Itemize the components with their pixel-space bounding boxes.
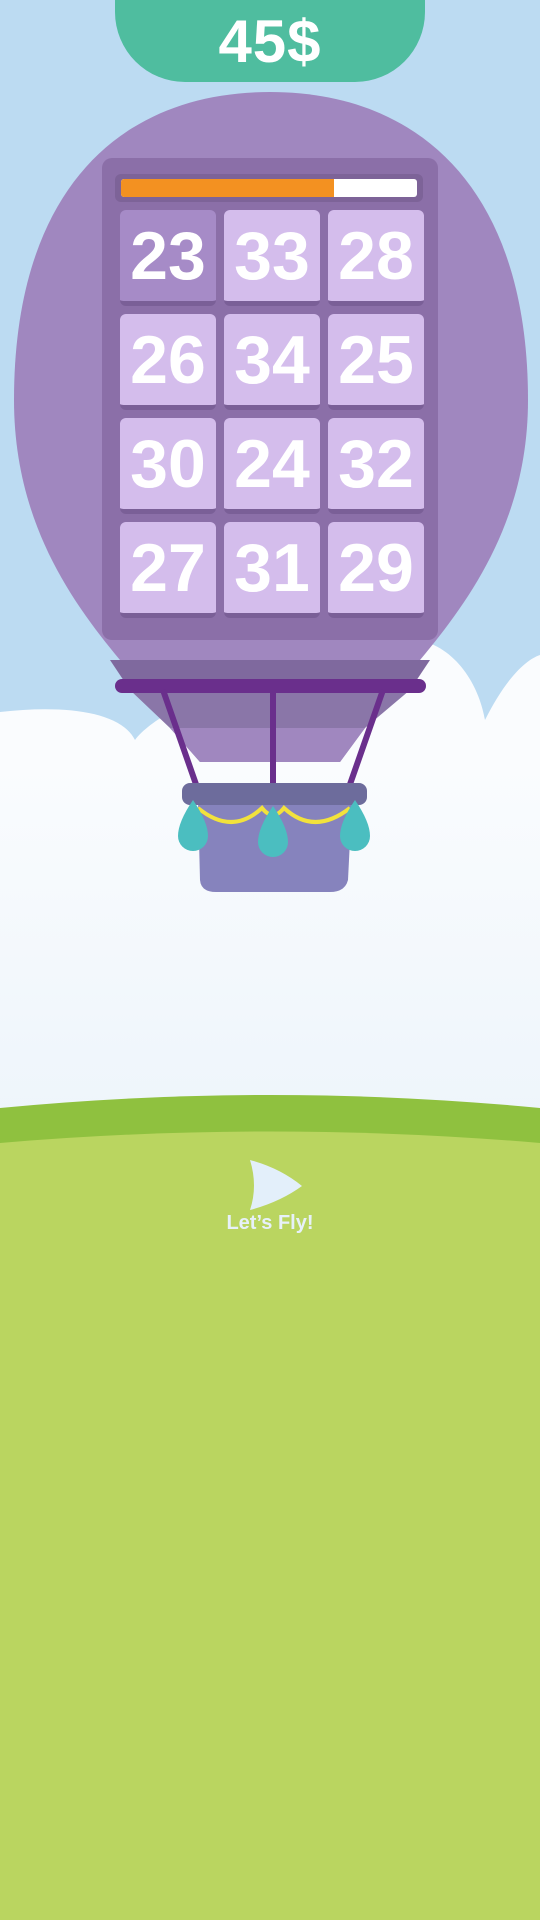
number-tile[interactable]: 32: [328, 418, 424, 514]
number-tile[interactable]: 31: [224, 522, 320, 618]
number-tile[interactable]: 28: [328, 210, 424, 306]
basket-rim: [182, 783, 367, 805]
lets-fly-button[interactable]: Let’s Fly!: [180, 1158, 360, 1235]
progress-fill: [121, 179, 335, 197]
grass: [0, 1131, 540, 1920]
number-tile[interactable]: 33: [224, 210, 320, 306]
lets-fly-label: Let’s Fly!: [226, 1212, 314, 1234]
number-tile[interactable]: 24: [224, 418, 320, 514]
number-tile[interactable]: 27: [120, 522, 216, 618]
price-value: 45$: [218, 7, 322, 75]
price-badge: 45$: [115, 0, 425, 82]
number-tile[interactable]: 30: [120, 418, 216, 514]
number-tile[interactable]: 29: [328, 522, 424, 618]
number-tile[interactable]: 25: [328, 314, 424, 410]
number-grid: 23 33 28 26 34 25 30 24 32 27 31 29: [120, 210, 428, 630]
progress-track: [121, 179, 417, 197]
progress-bar: [115, 174, 423, 202]
play-icon-space: [240, 1158, 300, 1210]
number-tile[interactable]: 34: [224, 314, 320, 410]
number-tile[interactable]: 26: [120, 314, 216, 410]
number-tile[interactable]: 23: [120, 210, 216, 306]
